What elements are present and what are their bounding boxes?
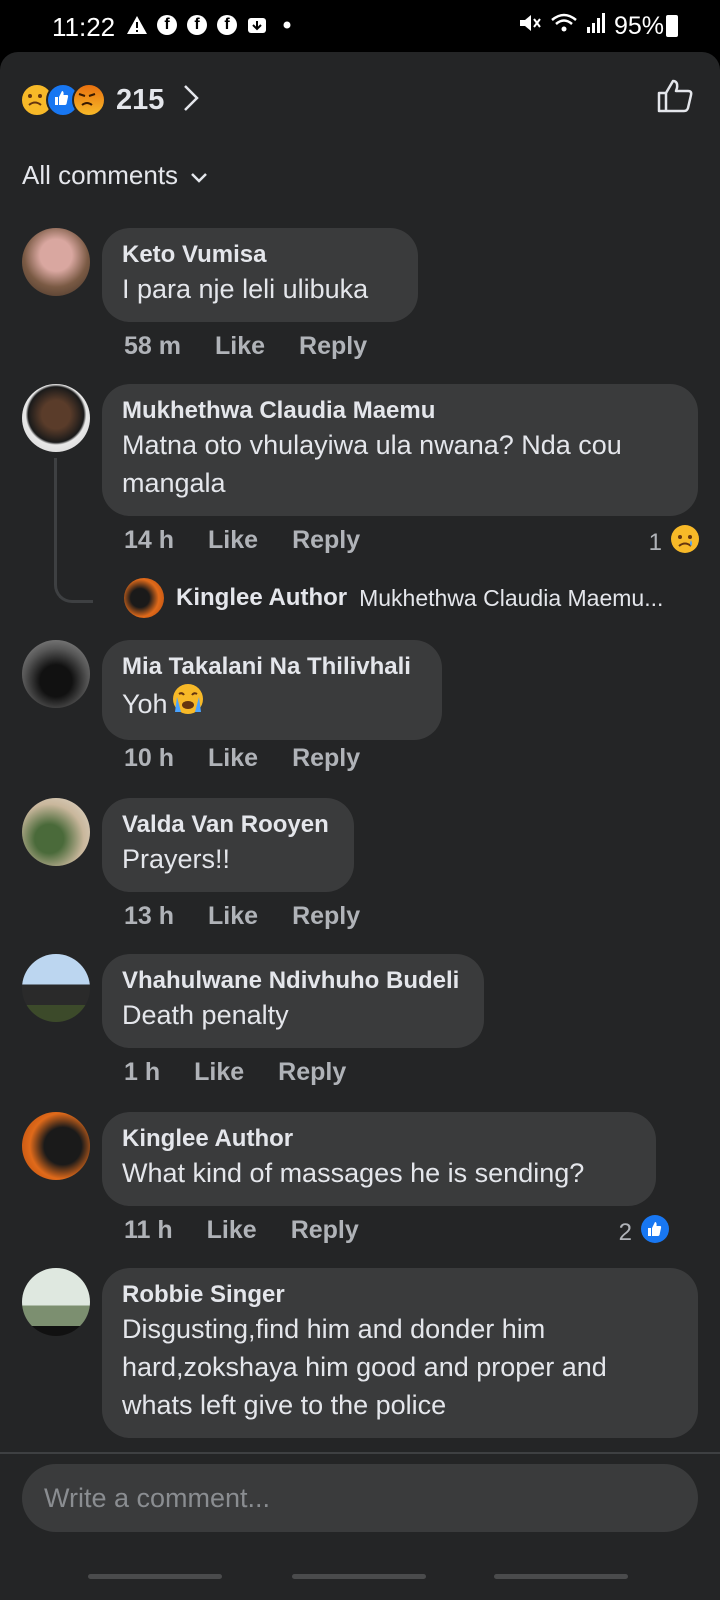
reaction-count: 1: [648, 528, 662, 556]
comment-composer[interactable]: [22, 1464, 698, 1532]
comment-bubble[interactable]: Robbie Singer Disgusting,find him and do…: [102, 1268, 698, 1438]
comment-bubble[interactable]: Keto Vumisa I para nje leli ulibuka: [102, 228, 418, 322]
chevron-right-icon: [182, 83, 200, 118]
chevron-down-icon: [190, 160, 208, 191]
comment-bubble[interactable]: Mukhethwa Claudia Maemu Matna oto vhulay…: [102, 384, 698, 516]
system-nav-bar: [0, 1544, 720, 1600]
reply-link[interactable]: Reply: [278, 1058, 346, 1087]
comment-author[interactable]: Valda Van Rooyen: [122, 810, 334, 840]
notification-icons: f f f: [126, 14, 298, 36]
download-icon: [246, 14, 268, 36]
comment-bubble[interactable]: Kinglee Author What kind of massages he …: [102, 1112, 656, 1206]
battery-level: 95%: [613, 12, 664, 40]
comment-author[interactable]: Mukhethwa Claudia Maemu: [122, 396, 678, 426]
avatar[interactable]: [22, 640, 90, 708]
nav-home-button[interactable]: [292, 1574, 426, 1579]
comment-bubble[interactable]: Mia Takalani Na Thilivhali Yoh: [102, 640, 442, 740]
reaction-count: 215: [116, 83, 165, 116]
warning-icon: [126, 14, 148, 36]
comment-author[interactable]: Kinglee Author: [122, 1124, 636, 1154]
comments-panel: 215 All comments Keto Vumisa I para nje …: [0, 52, 720, 1600]
avatar[interactable]: [22, 228, 90, 296]
avatar[interactable]: [22, 1112, 90, 1180]
dot-icon: [276, 14, 298, 36]
avatar[interactable]: [22, 954, 90, 1022]
facebook-icon: f: [156, 14, 178, 36]
status-time: 11:22: [52, 12, 116, 42]
composer-divider: [0, 1452, 720, 1454]
like-link[interactable]: Like: [208, 744, 258, 773]
like-link[interactable]: Like: [208, 526, 258, 555]
comment-bubble[interactable]: Vhahulwane Ndivhuho Budeli Death penalty: [102, 954, 484, 1048]
reply-link[interactable]: Reply: [291, 1216, 359, 1245]
reply-link[interactable]: Reply: [292, 526, 360, 555]
comment-author[interactable]: Robbie Singer: [122, 1280, 678, 1310]
comment-actions: 58 m Like Reply: [124, 332, 367, 361]
comment-filter-dropdown[interactable]: All comments: [22, 160, 208, 191]
comment-time: 10 h: [124, 744, 175, 772]
facebook-icon: f: [186, 14, 208, 36]
comment-time: 11 h: [124, 1216, 173, 1244]
comment-text: Matna oto vhulayiwa ula nwana? Nda cou m…: [122, 430, 622, 498]
reactions-summary[interactable]: 215: [20, 78, 200, 122]
mute-icon: [518, 12, 542, 41]
sad-reaction-icon: [670, 524, 700, 561]
comment-text: Disgusting,find him and donder him hard,…: [122, 1314, 607, 1420]
reply-link[interactable]: Reply: [299, 332, 367, 361]
system-indicators: 95%: [518, 12, 664, 41]
comment-bubble[interactable]: Valda Van Rooyen Prayers!!: [102, 798, 354, 892]
reaction-count: 2: [618, 1218, 632, 1246]
comment-time: 14 h: [124, 526, 175, 554]
avatar[interactable]: [22, 798, 90, 866]
comment-time: 13 h: [124, 902, 175, 930]
reply-link[interactable]: Reply: [292, 902, 360, 931]
comment-author[interactable]: Vhahulwane Ndivhuho Budeli: [122, 966, 464, 996]
comment-reactions[interactable]: 2: [619, 1214, 670, 1251]
comment-text: Prayers!!: [122, 844, 231, 874]
crying-face-icon: [170, 682, 206, 726]
comment-actions: 10 h Like Reply: [124, 744, 360, 773]
like-link[interactable]: Like: [207, 1216, 257, 1245]
wifi-icon: [550, 12, 578, 41]
comment-author[interactable]: Mia Takalani Na Thilivhali: [122, 652, 422, 682]
angry-reaction-icon: [72, 83, 106, 117]
like-reaction-icon: [640, 1214, 670, 1251]
nav-back-button[interactable]: [494, 1574, 628, 1579]
status-bar: 11:22 f f f 95%: [0, 0, 720, 52]
reply-link[interactable]: Reply: [292, 744, 360, 773]
nav-recents-button[interactable]: [88, 1574, 222, 1579]
avatar[interactable]: [22, 1268, 90, 1336]
thread-connector: [54, 458, 93, 603]
comment-actions: 13 h Like Reply: [124, 902, 360, 931]
comment-time: 1 h: [124, 1058, 161, 1086]
reply-preview[interactable]: Kinglee Author Mukhethwa Claudia Maemu..…: [124, 578, 663, 618]
comment-author[interactable]: Keto Vumisa: [122, 240, 398, 270]
comment-actions: 1 h Like Reply: [124, 1058, 346, 1087]
comment-actions: 11 h Like Reply: [124, 1216, 359, 1245]
reply-text: Mukhethwa Claudia Maemu...: [359, 584, 664, 611]
facebook-icon: f: [216, 14, 238, 36]
like-link[interactable]: Like: [194, 1058, 244, 1087]
signal-icon: [586, 12, 606, 41]
comment-input[interactable]: [22, 1464, 698, 1532]
comment-text: Death penalty: [122, 1000, 289, 1030]
like-link[interactable]: Like: [208, 902, 258, 931]
comment-text: Yoh: [122, 689, 168, 719]
like-link[interactable]: Like: [215, 332, 265, 361]
comment-actions: 14 h Like Reply: [124, 526, 360, 555]
comment-text: I para nje leli ulibuka: [122, 274, 369, 304]
avatar[interactable]: [22, 384, 90, 452]
comment-text-row: Yoh: [122, 682, 422, 726]
reply-author: Kinglee Author: [176, 584, 348, 611]
avatar: [124, 578, 164, 618]
comment-time: 58 m: [124, 332, 181, 360]
like-button-icon[interactable]: [656, 78, 694, 119]
battery-icon: [666, 15, 678, 37]
filter-label: All comments: [22, 160, 179, 190]
comment-text: What kind of massages he is sending?: [122, 1158, 585, 1188]
comment-reactions[interactable]: 1: [649, 524, 700, 561]
